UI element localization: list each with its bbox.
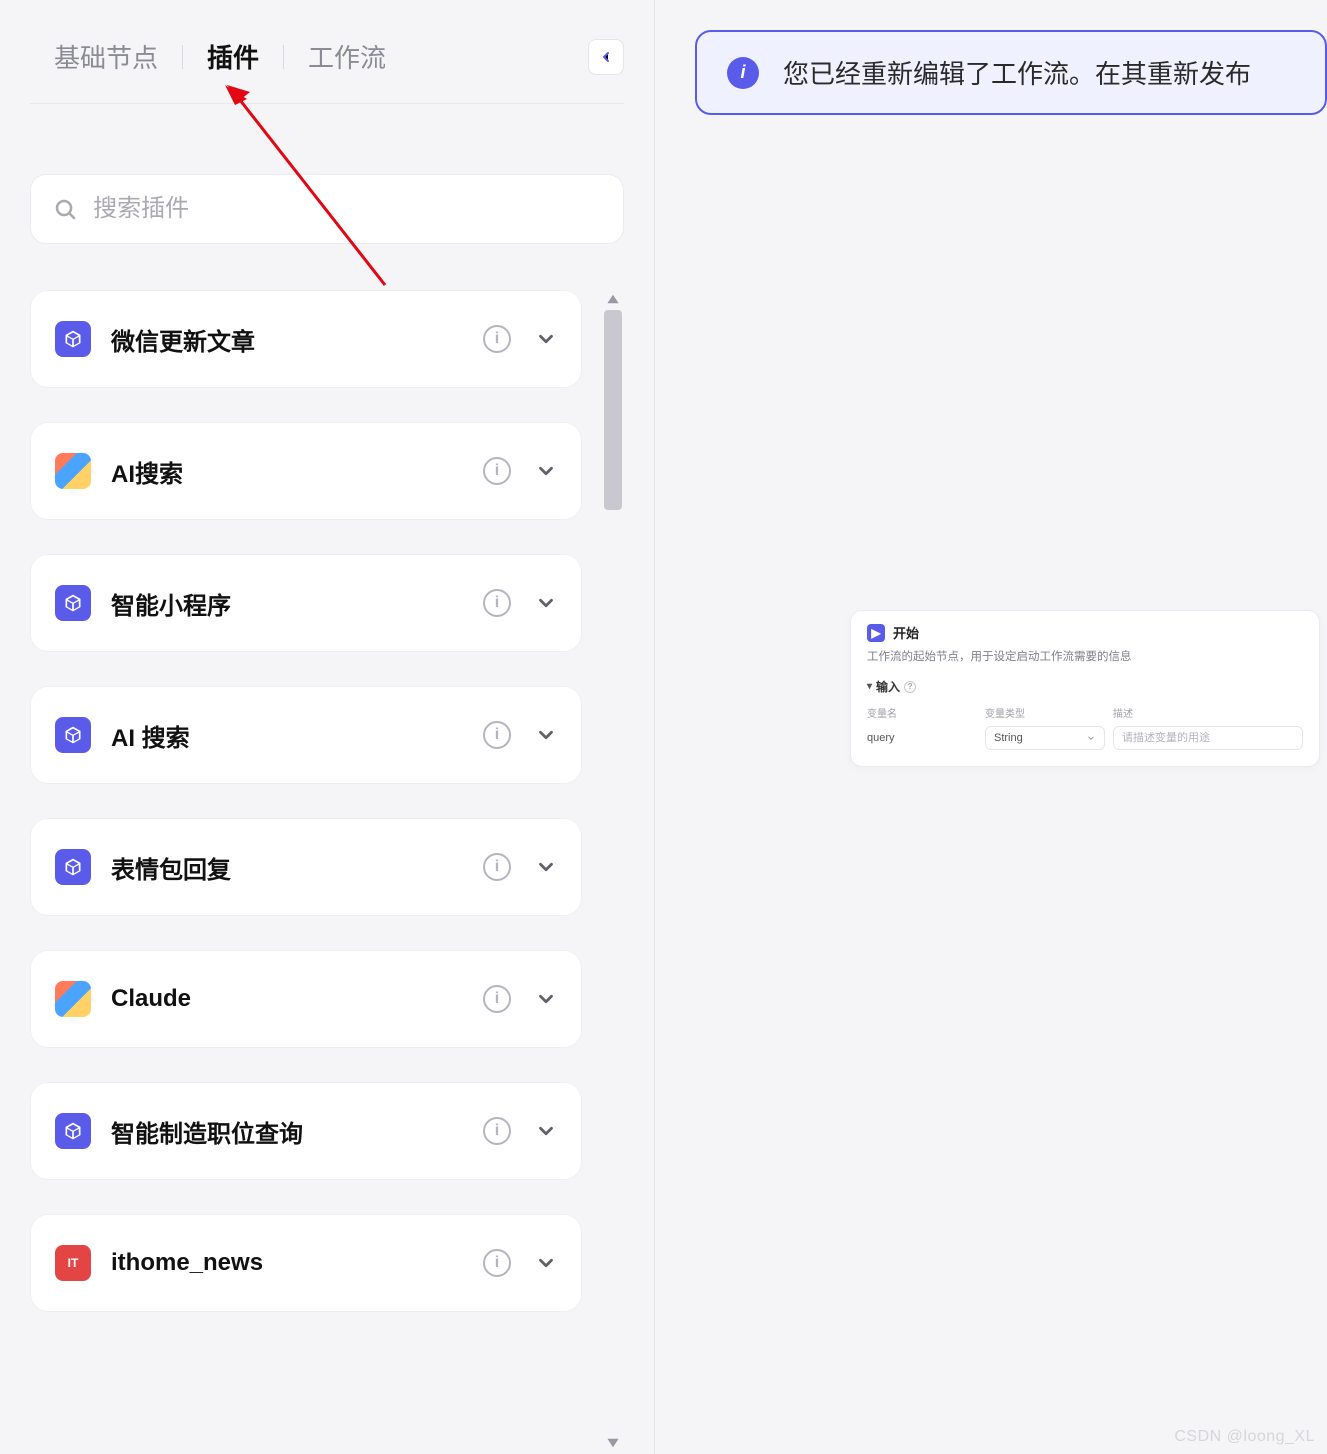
chevron-down-icon: ▾ <box>867 681 872 692</box>
info-circle-icon: i <box>727 57 759 89</box>
tab-workflows[interactable]: 工作流 <box>284 30 410 83</box>
plugin-card[interactable]: Claude i <box>30 950 582 1048</box>
info-icon[interactable]: i <box>483 721 511 749</box>
workflow-canvas[interactable]: i 您已经重新编辑了工作流。在其重新发布 ▶ 开始 工作流的起始节点，用于设定启… <box>655 0 1327 1454</box>
plugin-card[interactable]: AI搜索 i <box>30 422 582 520</box>
tab-basic-nodes[interactable]: 基础节点 <box>30 30 182 83</box>
plugin-card[interactable]: 智能小程序 i <box>30 554 582 652</box>
workflow-edit-notice: i 您已经重新编辑了工作流。在其重新发布 <box>695 30 1327 115</box>
plugin-card[interactable]: IT ithome_news i <box>30 1214 582 1312</box>
tab-plugins[interactable]: 插件 <box>183 30 283 83</box>
section-label: 输入 <box>876 678 900 695</box>
info-icon[interactable]: i <box>483 985 511 1013</box>
plugin-name: 表情包回复 <box>111 850 231 885</box>
start-node[interactable]: ▶ 开始 工作流的起始节点，用于设定启动工作流需要的信息 ▾ 输入 ? 变量名 … <box>850 610 1320 767</box>
var-name-cell: query <box>867 732 977 744</box>
var-type-select[interactable]: String <box>985 726 1105 750</box>
chevron-down-icon[interactable] <box>535 724 557 746</box>
plugin-list-scrollbar[interactable] <box>602 290 624 1454</box>
inputs-table: 变量名 变量类型 描述 query String <box>867 705 1303 750</box>
cube-icon <box>55 717 91 753</box>
chevron-left-icon <box>598 49 614 65</box>
tabs-row: 基础节点 插件 工作流 <box>30 30 624 104</box>
info-icon[interactable]: i <box>483 457 511 485</box>
scrollbar-thumb[interactable] <box>604 310 622 510</box>
plugin-search[interactable] <box>30 174 624 244</box>
info-icon[interactable]: i <box>483 853 511 881</box>
scroll-up-icon[interactable] <box>602 288 624 310</box>
start-node-icon: ▶ <box>867 624 885 642</box>
plugin-search-input[interactable] <box>93 195 601 223</box>
chevron-down-icon <box>1086 733 1096 743</box>
node-title: 开始 <box>893 623 919 642</box>
chevron-down-icon[interactable] <box>535 460 557 482</box>
node-description: 工作流的起始节点，用于设定启动工作流需要的信息 <box>867 648 1303 664</box>
collapse-sidebar-button[interactable] <box>588 39 624 75</box>
tabs: 基础节点 插件 工作流 <box>30 30 410 83</box>
chevron-down-icon[interactable] <box>535 988 557 1010</box>
plugin-name: 智能小程序 <box>111 586 231 621</box>
info-icon[interactable]: i <box>483 589 511 617</box>
info-icon[interactable]: i <box>483 1117 511 1145</box>
plugin-thumbnail-icon <box>55 453 91 489</box>
col-header-desc: 描述 <box>1113 705 1303 720</box>
chevron-down-icon[interactable] <box>535 856 557 878</box>
plugin-card[interactable]: 表情包回复 i <box>30 818 582 916</box>
watermark: CSDN @loong_XL <box>1174 1428 1315 1446</box>
info-icon[interactable]: i <box>483 1249 511 1277</box>
plugin-card[interactable]: AI 搜索 i <box>30 686 582 784</box>
table-row: query String <box>867 726 1303 750</box>
var-type-value: String <box>994 732 1023 744</box>
chevron-down-icon[interactable] <box>535 592 557 614</box>
plugin-name: ithome_news <box>111 1249 263 1277</box>
section-header[interactable]: ▾ 输入 ? <box>867 678 1303 695</box>
plugin-name: Claude <box>111 985 191 1013</box>
chevron-down-icon[interactable] <box>535 328 557 350</box>
plugin-name: 微信更新文章 <box>111 322 255 357</box>
search-icon <box>53 196 77 222</box>
node-inputs-section: ▾ 输入 ? 变量名 变量类型 描述 query String <box>867 678 1303 750</box>
scroll-down-icon[interactable] <box>602 1432 624 1454</box>
col-header-name: 变量名 <box>867 705 977 720</box>
chevron-down-icon[interactable] <box>535 1120 557 1142</box>
cube-icon <box>55 585 91 621</box>
cube-icon <box>55 849 91 885</box>
cube-icon <box>55 321 91 357</box>
var-desc-input[interactable] <box>1113 726 1303 750</box>
plugin-name: 智能制造职位查询 <box>111 1114 303 1149</box>
node-header: ▶ 开始 <box>867 623 1303 642</box>
notice-text: 您已经重新编辑了工作流。在其重新发布 <box>783 54 1251 91</box>
info-icon[interactable]: i <box>483 325 511 353</box>
help-icon[interactable]: ? <box>904 681 916 693</box>
plugin-list: 微信更新文章 i AI搜索 i <box>30 290 592 1454</box>
plugin-thumbnail-icon <box>55 981 91 1017</box>
plugin-sidebar: 基础节点 插件 工作流 微信更新文章 <box>0 0 655 1454</box>
plugin-name: AI 搜索 <box>111 718 190 753</box>
col-header-type: 变量类型 <box>985 705 1105 720</box>
plugin-name: AI搜索 <box>111 454 183 489</box>
it-badge-icon: IT <box>55 1245 91 1281</box>
chevron-down-icon[interactable] <box>535 1252 557 1274</box>
plugin-card[interactable]: 智能制造职位查询 i <box>30 1082 582 1180</box>
plugin-card[interactable]: 微信更新文章 i <box>30 290 582 388</box>
cube-icon <box>55 1113 91 1149</box>
